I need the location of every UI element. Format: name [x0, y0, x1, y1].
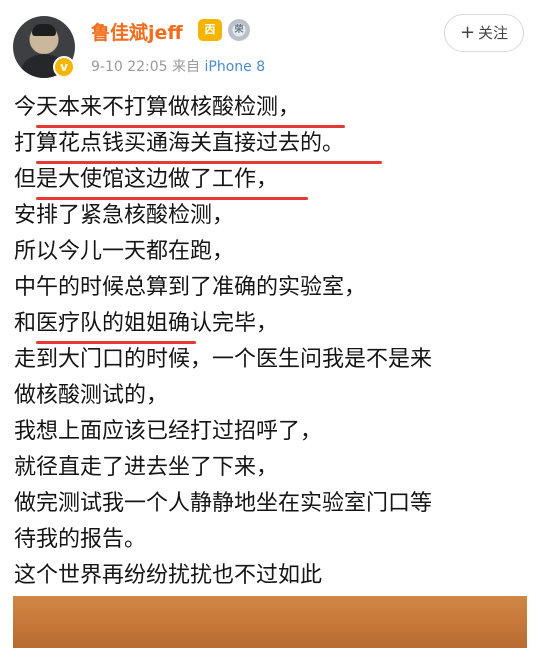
post-line: 今天本来不打算做核酸检测， [14, 95, 301, 120]
post-line: 中午的时候总算到了准确的实验室， [14, 275, 367, 300]
post-image[interactable] [13, 596, 527, 648]
post-date: 9-10 22:05 [91, 59, 168, 75]
highlight-underline [36, 161, 382, 164]
post-line: 做完测试我一个人静静地坐在实验室门口等 [14, 491, 433, 516]
post-line: 我想上面应该已经打过招呼了， [14, 419, 323, 444]
avatar-hair [32, 24, 56, 36]
post-line: 但是大使馆这边做了工作， [14, 167, 279, 192]
source-label: 来自 [172, 59, 201, 75]
post-meta: 9-10 22:05 来自 iPhone 8 [91, 56, 265, 76]
post-line: 所以今儿一天都在跑， [14, 239, 235, 264]
highlight-underline [36, 197, 308, 200]
member-badge-icon[interactable]: 㐁 [198, 19, 222, 41]
post-line: 走到大门口的时候，一个医生问我是不是来 [14, 347, 433, 372]
post-line: 安排了紧急核酸检测， [14, 203, 235, 228]
username[interactable]: 鲁佳斌jeff [91, 18, 183, 45]
post-line: 这个世界再纷纷扰扰也不过如此 [14, 563, 323, 588]
post-line: 待我的报告。 [14, 527, 147, 552]
device-name[interactable]: iPhone 8 [204, 59, 265, 75]
post-line: 就径直走了进去坐了下来， [14, 455, 279, 480]
highlight-underline [36, 125, 345, 128]
post-header: v 鲁佳斌jeff 㐁 荣 9-10 22:05 来自 iPhone 8 + 关注 [0, 0, 540, 90]
post-line: 做核酸测试的， [14, 383, 169, 408]
highlight-underline [36, 341, 196, 344]
plus-icon: + [459, 22, 476, 43]
honor-badge-icon[interactable]: 荣 [228, 19, 250, 41]
verified-icon: v [53, 56, 75, 78]
follow-button[interactable]: + 关注 [444, 14, 524, 52]
follow-label: 关注 [478, 24, 509, 42]
post-line: 打算花点钱买通海关直接过去的。 [14, 131, 345, 156]
post-line: 和医疗队的姐姐确认完毕， [14, 311, 279, 336]
